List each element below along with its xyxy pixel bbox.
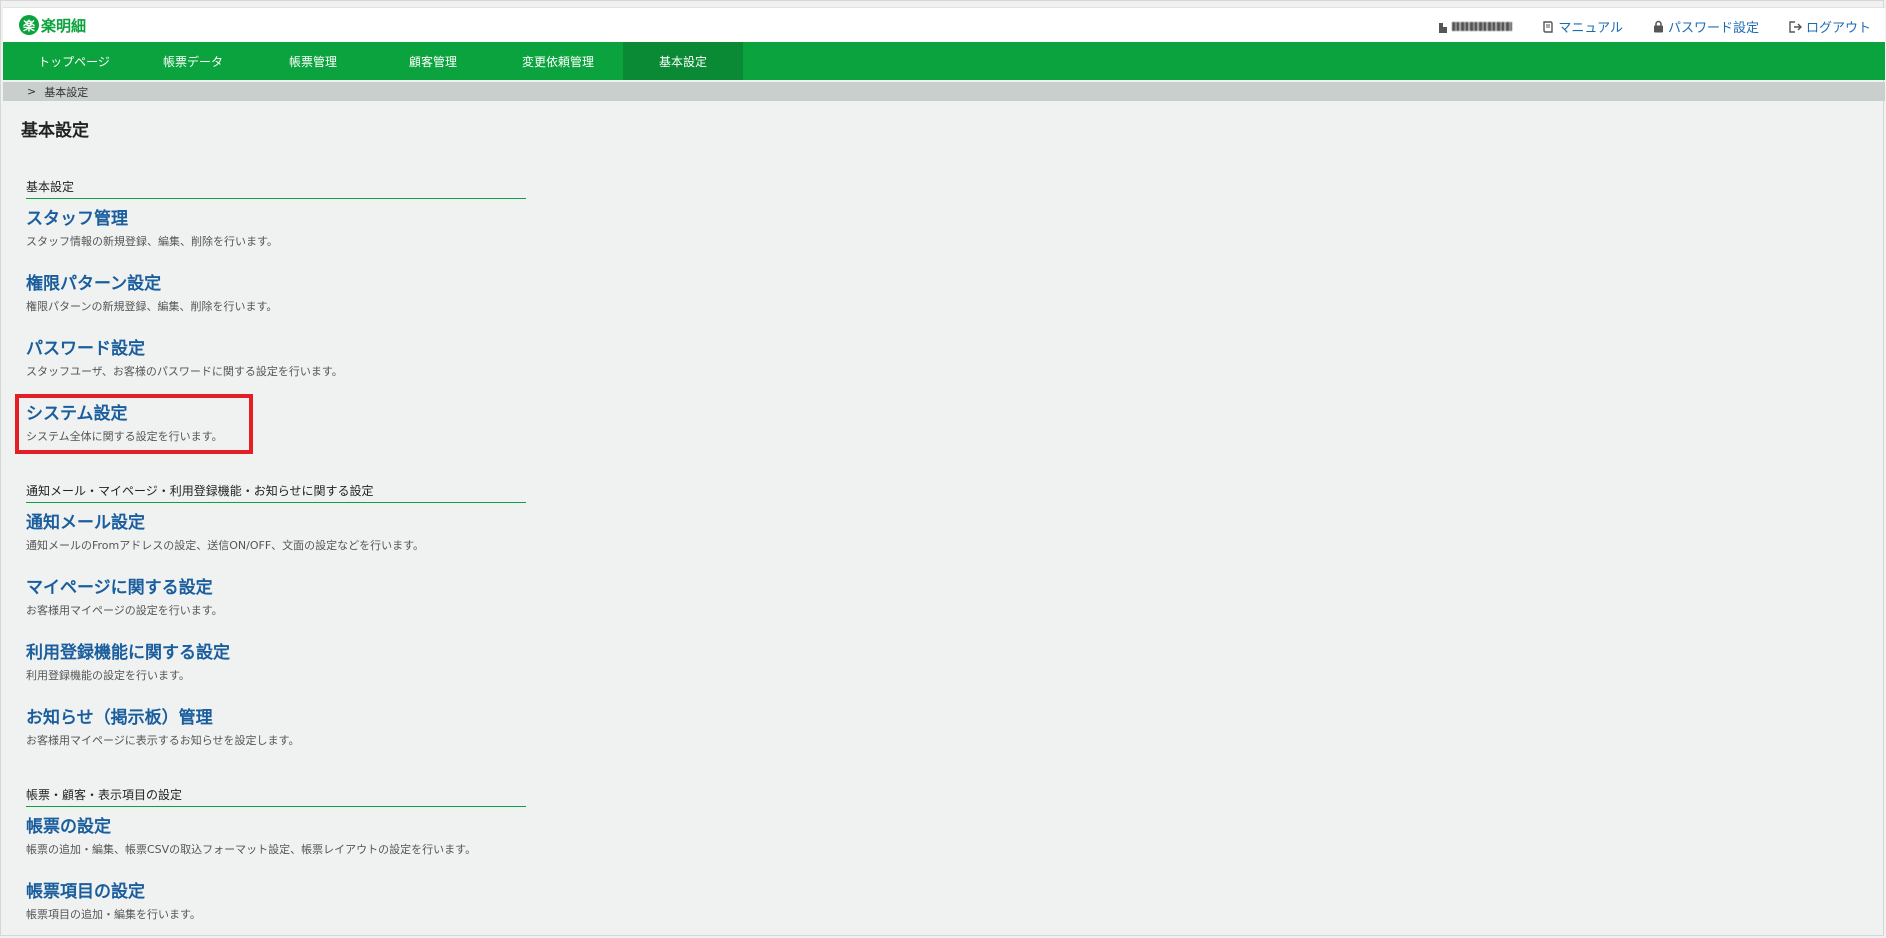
lock-icon	[1653, 20, 1663, 33]
logout-icon	[1789, 20, 1802, 33]
nav-customer-management[interactable]: 顧客管理	[373, 42, 493, 80]
section-heading-report: 帳票・顧客・表示項目の設定	[26, 786, 526, 807]
section-heading-notification: 通知メール・マイページ・利用登録機能・お知らせに関する設定	[26, 482, 526, 503]
staff-management-link[interactable]: スタッフ管理	[26, 208, 278, 230]
nav-report-data[interactable]: 帳票データ	[133, 42, 253, 80]
utility-menu: マニュアル パスワード設定 ログアウト	[1408, 17, 1871, 36]
user-name	[1452, 22, 1513, 31]
manual-label: マニュアル	[1558, 21, 1623, 36]
page-title: 基本設定	[21, 121, 89, 141]
mypage-settings-link[interactable]: マイページに関する設定	[26, 577, 223, 599]
logout-label: ログアウト	[1805, 21, 1871, 36]
registration-settings-link[interactable]: 利用登録機能に関する設定	[26, 642, 230, 664]
main-nav: トップページ 帳票データ 帳票管理 顧客管理 変更依頼管理 基本設定	[3, 42, 1885, 80]
list-item-report-fields: 帳票項目の設定 帳票項目の追加・編集を行います。	[26, 881, 201, 922]
registration-settings-desc: 利用登録機能の設定を行います。	[26, 669, 190, 682]
list-item-notice-board: お知らせ（掲示板）管理 お客様用マイページに表示するお知らせを設定します。	[26, 707, 299, 748]
logo-text: 楽明細	[41, 16, 87, 35]
highlight-box	[15, 394, 253, 454]
report-fields-desc: 帳票項目の追加・編集を行います。	[26, 908, 201, 921]
breadcrumb: > 基本設定	[3, 82, 1885, 101]
notice-board-desc: お客様用マイページに表示するお知らせを設定します。	[26, 734, 300, 747]
password-settings-desc: スタッフユーザ、お客様のパスワードに関する設定を行います。	[26, 365, 343, 378]
logo-mark-icon: 楽	[19, 15, 39, 35]
password-setting-label: パスワード設定	[1667, 21, 1759, 36]
nav-report-management[interactable]: 帳票管理	[253, 42, 373, 80]
section-heading-basic: 基本設定	[26, 178, 526, 199]
nav-top-page[interactable]: トップページ	[15, 42, 133, 80]
notification-mail-desc: 通知メールのFromアドレスの設定、送信ON/OFF、文面の設定などを行います。	[26, 539, 425, 552]
breadcrumb-separator: >	[27, 85, 37, 98]
manual-link[interactable]: マニュアル	[1542, 17, 1623, 36]
nav-change-request-management[interactable]: 変更依頼管理	[493, 42, 623, 80]
report-settings-desc: 帳票の追加・編集、帳票CSVの取込フォーマット設定、帳票レイアウトの設定を行いま…	[26, 843, 477, 856]
nav-basic-settings[interactable]: 基本設定	[623, 42, 743, 80]
list-item-staff-management: スタッフ管理 スタッフ情報の新規登録、編集、削除を行います。	[26, 208, 278, 249]
notification-mail-link[interactable]: 通知メール設定	[26, 512, 424, 534]
mypage-settings-desc: お客様用マイページの設定を行います。	[26, 604, 223, 617]
app-logo[interactable]: 楽 楽明細	[19, 14, 86, 36]
password-settings-link[interactable]: パスワード設定	[26, 338, 343, 360]
user-icon	[1439, 22, 1448, 33]
book-icon	[1543, 20, 1554, 33]
breadcrumb-current: 基本設定	[44, 85, 89, 99]
permission-pattern-link[interactable]: 権限パターン設定	[26, 273, 277, 295]
report-settings-link[interactable]: 帳票の設定	[26, 816, 476, 838]
list-item-mypage-settings: マイページに関する設定 お客様用マイページの設定を行います。	[26, 577, 223, 618]
report-fields-link[interactable]: 帳票項目の設定	[26, 881, 201, 903]
list-item-password-settings: パスワード設定 スタッフユーザ、お客様のパスワードに関する設定を行います。	[26, 338, 343, 379]
password-setting-link[interactable]: パスワード設定	[1653, 17, 1759, 36]
list-item-notification-mail: 通知メール設定 通知メールのFromアドレスの設定、送信ON/OFF、文面の設定…	[26, 512, 424, 553]
notice-board-link[interactable]: お知らせ（掲示板）管理	[26, 707, 299, 729]
list-item-report-settings: 帳票の設定 帳票の追加・編集、帳票CSVの取込フォーマット設定、帳票レイアウトの…	[26, 816, 476, 857]
app-window: 楽 楽明細 マニュアル パスワード設定 ログアウト トップページ 帳票データ 帳…	[0, 0, 1885, 936]
staff-management-desc: スタッフ情報の新規登録、編集、削除を行います。	[26, 235, 278, 248]
header-bar: 楽 楽明細 マニュアル パスワード設定 ログアウト	[3, 7, 1885, 43]
logout-link[interactable]: ログアウト	[1789, 17, 1871, 36]
permission-pattern-desc: 権限パターンの新規登録、編集、削除を行います。	[26, 300, 278, 313]
user-account[interactable]	[1438, 21, 1513, 33]
list-item-registration-settings: 利用登録機能に関する設定 利用登録機能の設定を行います。	[26, 642, 230, 683]
list-item-permission-pattern: 権限パターン設定 権限パターンの新規登録、編集、削除を行います。	[26, 273, 277, 314]
